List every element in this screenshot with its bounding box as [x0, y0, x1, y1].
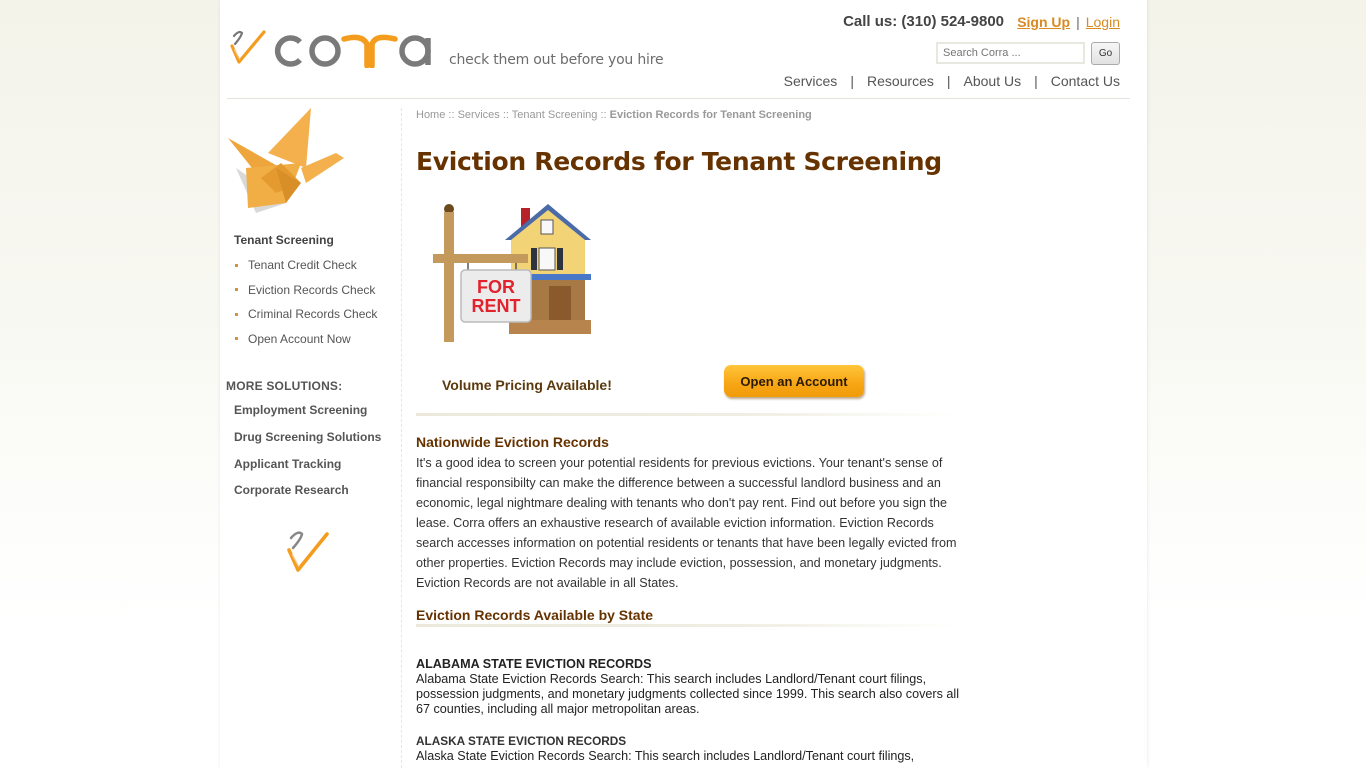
sidebar-item-employment-screening[interactable]: Employment Screening [234, 397, 381, 424]
breadcrumb-current: Eviction Records for Tenant Screening [609, 109, 812, 121]
sidebar-item-tenant-credit-check[interactable]: Tenant Credit Check [234, 253, 377, 278]
nav-contact-us[interactable]: Contact Us [1051, 73, 1120, 89]
sidebar-item-label[interactable]: Employment Screening [234, 403, 367, 417]
volume-pricing-text: Volume Pricing Available! [442, 377, 612, 393]
open-account-button[interactable]: Open an Account [724, 365, 864, 397]
sidebar-item-drug-screening[interactable]: Drug Screening Solutions [234, 424, 381, 451]
search-form: Go [936, 42, 1120, 65]
checkmark-logo-icon [230, 30, 266, 64]
sign-text-line1: FOR [477, 277, 515, 297]
page-container: check them out before you hire Call us: … [220, 0, 1147, 768]
tenant-screening-list: Tenant Credit Check Eviction Records Che… [234, 253, 377, 351]
sidebar-item-label[interactable]: Tenant Credit Check [248, 258, 357, 272]
sidebar-divider [401, 108, 402, 768]
sidebar-item-label[interactable]: Criminal Records Check [248, 307, 377, 321]
breadcrumb-separator: :: [445, 109, 458, 121]
sidebar-item-criminal-records-check[interactable]: Criminal Records Check [234, 302, 377, 327]
search-go-button[interactable]: Go [1091, 42, 1120, 65]
nav-separator: | [946, 73, 951, 89]
sidebar-item-corporate-research[interactable]: Corporate Research [234, 477, 381, 504]
sidebar-item-label[interactable]: Open Account Now [248, 332, 351, 346]
sidebar: Tenant Screening Tenant Credit Check Evi… [220, 100, 401, 630]
nav-services[interactable]: Services [784, 73, 838, 89]
origami-crane-icon [228, 108, 352, 213]
sidebar-item-label[interactable]: Eviction Records Check [248, 283, 375, 297]
breadcrumb-services[interactable]: Services [458, 109, 500, 121]
corra-logo[interactable] [229, 28, 440, 68]
auth-links: Sign Up | Login [1017, 14, 1120, 30]
bullet-icon [235, 263, 238, 267]
intro-paragraph: It's a good idea to screen your potentia… [416, 456, 957, 590]
bullet-icon [235, 312, 238, 316]
corra-wordmark [274, 34, 431, 68]
tagline: check them out before you hire [449, 52, 664, 68]
search-input[interactable] [936, 42, 1085, 64]
top-navigation: Services | Resources | About Us | Contac… [784, 73, 1120, 89]
sidebar-item-label[interactable]: Applicant Tracking [234, 457, 341, 471]
breadcrumb-separator: :: [597, 109, 610, 121]
more-solutions-list: Employment Screening Drug Screening Solu… [234, 397, 381, 504]
phone-number: Call us: (310) 524-9800 [843, 13, 1004, 30]
section-divider [416, 413, 956, 416]
nationwide-heading: Nationwide Eviction Records [416, 434, 609, 450]
breadcrumb: Home :: Services :: Tenant Screening :: … [416, 109, 812, 121]
page-title: Eviction Records for Tenant Screening [416, 147, 942, 176]
bullet-icon [235, 288, 238, 292]
state-description: Alabama State Eviction Records Search: T… [416, 672, 959, 716]
breadcrumb-home[interactable]: Home [416, 109, 445, 121]
nav-separator: | [1034, 73, 1038, 89]
breadcrumb-tenant-screening[interactable]: Tenant Screening [512, 109, 598, 121]
sign-text-line2: RENT [472, 296, 521, 316]
state-record-alabama: ALABAMA STATE EVICTION RECORDS Alabama S… [416, 657, 964, 717]
section-divider [416, 624, 956, 627]
nav-separator: | [850, 73, 854, 89]
sidebar-item-label[interactable]: Drug Screening Solutions [234, 430, 381, 444]
state-title: ALASKA STATE EVICTION RECORDS [416, 734, 627, 748]
by-state-heading: Eviction Records Available by State [416, 607, 654, 623]
state-description: Alaska State Eviction Records Search: Th… [416, 749, 915, 763]
breadcrumb-separator: :: [499, 109, 512, 121]
bullet-icon [235, 337, 238, 341]
sidebar-item-eviction-records-check[interactable]: Eviction Records Check [234, 278, 377, 303]
sidebar-item-label[interactable]: Corporate Research [234, 483, 349, 497]
tenant-screening-heading[interactable]: Tenant Screening [234, 233, 334, 247]
nav-resources[interactable]: Resources [867, 73, 934, 89]
nav-about-us[interactable]: About Us [964, 73, 1022, 89]
header-divider [227, 98, 1130, 99]
sign-up-link[interactable]: Sign Up [1017, 14, 1070, 30]
state-record-alaska: ALASKA STATE EVICTION RECORDS Alaska Sta… [416, 734, 964, 764]
state-title: ALABAMA STATE EVICTION RECORDS [416, 657, 652, 671]
sidebar-item-applicant-tracking[interactable]: Applicant Tracking [234, 450, 381, 477]
sidebar-item-open-account-now[interactable]: Open Account Now [234, 327, 377, 352]
more-solutions-heading: MORE SOLUTIONS: [226, 379, 343, 393]
login-link[interactable]: Login [1086, 14, 1120, 30]
auth-separator: | [1076, 14, 1080, 30]
for-rent-house-image: FOR RENT [433, 204, 591, 342]
checkmark-logo-icon [287, 531, 329, 572]
